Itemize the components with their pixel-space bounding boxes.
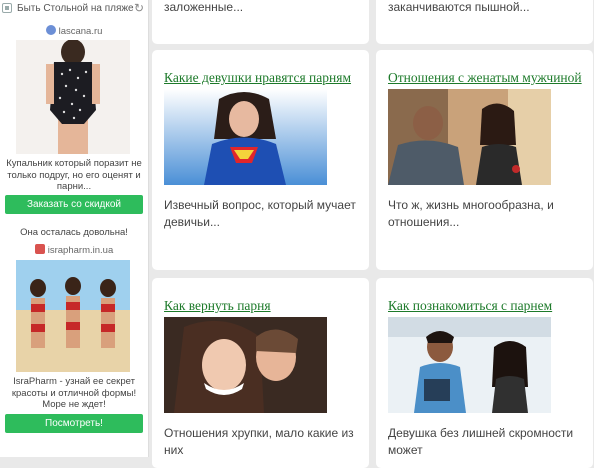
article-image[interactable] [164,89,327,185]
ad1-swimsuit-image[interactable] [16,40,130,154]
order-discount-button[interactable]: Заказать со скидкой [5,195,143,214]
israpharm-icon [34,244,45,254]
article-title[interactable]: Как вернуть парня [164,298,271,314]
article-description: Девушка без лишней скромности может [388,426,574,457]
ad-title: Быть Стольной на пляже [17,3,134,14]
article-snippet: заложенные... [164,0,244,14]
article-description: Отношения хрупки, мало какие из них [164,426,354,457]
article-card[interactable]: Какие девушки нравятся парням Извечный в… [152,50,369,270]
article-description: Что ж, жизнь многообразна, и отношения..… [388,198,554,229]
ad2-domain[interactable]: israpharm.in.ua [0,244,148,256]
view-button[interactable]: Посмотреть! [5,414,143,433]
refresh-icon[interactable]: ↻ [134,1,144,15]
article-card[interactable]: заканчиваются пышной... [376,0,593,44]
globe-icon [45,25,56,35]
article-card[interactable]: Как вернуть парня Отношения хрупки, мало… [152,278,369,468]
ad-header: Быть Стольной на пляже ↻ [0,0,148,18]
ad-sidebar: Быть Стольной на пляже ↻ lascana.ru Купа… [0,0,149,457]
article-image[interactable] [388,317,551,413]
article-title[interactable]: Отношения с женатым мужчиной [388,70,582,86]
ad1-domain[interactable]: lascana.ru [0,25,148,37]
ad-choices-icon[interactable] [2,3,12,13]
article-card[interactable]: Отношения с женатым мужчиной Что ж, жизн… [376,50,593,270]
article-snippet: заканчиваются пышной... [388,0,530,14]
ad1-text[interactable]: Купальник который поразит не только подр… [6,158,142,193]
article-image[interactable] [388,89,551,185]
ad2-beach-image[interactable] [16,260,130,372]
article-card[interactable]: Как познакомиться с парнем Девушка без л… [376,278,593,468]
article-title[interactable]: Как познакомиться с парнем [388,298,552,314]
ad2-text[interactable]: IsraPharm - узнай ее секрет красоты и от… [6,376,142,411]
article-image[interactable] [164,317,327,413]
article-description: Извечный вопрос, который мучает девичьи.… [164,198,356,229]
article-title[interactable]: Какие девушки нравятся парням [164,70,351,86]
article-card[interactable]: заложенные... [152,0,369,44]
ad2-headline[interactable]: Она осталась довольна! [6,227,142,239]
